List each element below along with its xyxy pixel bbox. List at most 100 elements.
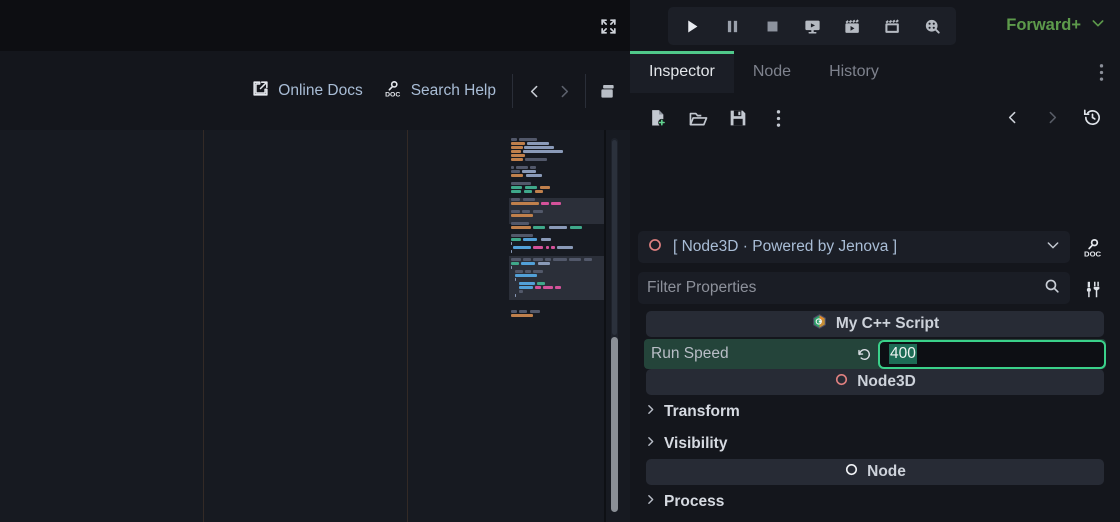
minimap-code-token <box>515 274 537 277</box>
minimap-code-token <box>525 158 547 161</box>
minimap-code-token <box>553 258 567 261</box>
minimap-code-token <box>519 310 527 313</box>
category-label: Node3D <box>857 373 916 390</box>
tab-label: History <box>829 63 879 80</box>
edited-object-label: [ Node3D · Powered by Jenova ] <box>673 238 898 255</box>
history-icon[interactable] <box>1072 98 1112 136</box>
inspector-dock: Forward+ Inspector Node History [Node3D… <box>630 0 1120 522</box>
minimap-code-token <box>533 246 543 249</box>
property-label: Run Speed <box>651 345 729 362</box>
windows-icon[interactable] <box>592 74 622 108</box>
chevron-down-icon <box>1090 15 1106 36</box>
filter-properties-input[interactable] <box>647 279 1043 297</box>
tab-inspector[interactable]: Inspector <box>630 51 734 93</box>
minimap-code-token <box>511 182 531 185</box>
minimap-code-token <box>525 186 537 189</box>
fullscreen-icon[interactable] <box>594 12 622 40</box>
toolbar-divider-1 <box>512 74 513 108</box>
category-my-cpp-script[interactable]: My C++ Script <box>646 311 1104 337</box>
history-back-button[interactable] <box>992 98 1032 136</box>
minimap-code-token <box>511 226 531 229</box>
remote-debug-button[interactable] <box>912 7 952 45</box>
minimap-code-token <box>519 282 535 285</box>
dock-menu-button[interactable] <box>1088 59 1114 85</box>
resource-menu-button[interactable] <box>758 99 798 137</box>
play-custom-scene-button[interactable] <box>832 7 872 45</box>
tab-label: Node <box>752 63 792 80</box>
group-label: Transform <box>664 403 740 420</box>
search-icon <box>1043 277 1061 300</box>
category-node3d[interactable]: Node3D <box>646 369 1104 395</box>
minimap-code-token <box>522 170 536 173</box>
minimap-code-token <box>511 138 517 141</box>
category-node[interactable]: Node <box>646 459 1104 485</box>
group-label: Visibility <box>664 435 728 452</box>
stop-button[interactable] <box>752 7 792 45</box>
category-label: Node <box>867 463 906 480</box>
minimap-code-token <box>540 186 550 189</box>
open-resource-button[interactable] <box>678 99 718 137</box>
tab-label: Inspector <box>649 63 715 80</box>
code-scrollbar-thumb[interactable] <box>611 337 618 512</box>
chevron-down-icon <box>1045 237 1061 258</box>
minimap-code-token <box>584 258 592 261</box>
play-current-scene-button[interactable] <box>792 7 832 45</box>
chevron-right-icon <box>644 435 657 453</box>
node3d-icon <box>834 372 849 392</box>
minimap-code-token <box>513 246 531 249</box>
search-help-label: Search Help <box>410 82 496 99</box>
group-visibility[interactable]: Visibility <box>630 429 1120 459</box>
minimap-code-token <box>523 238 537 241</box>
minimap-code-token <box>530 310 540 313</box>
tab-history[interactable]: History <box>810 51 898 93</box>
new-resource-button[interactable] <box>638 99 678 137</box>
renderer-selector[interactable]: Forward+ <box>1006 0 1106 51</box>
category-label: My C++ Script <box>835 315 940 332</box>
online-docs-button[interactable]: Online Docs <box>241 73 372 109</box>
minimap-code-token <box>516 166 528 169</box>
movie-window-button[interactable] <box>872 7 912 45</box>
minimap-code-token <box>511 174 523 177</box>
play-button-group <box>668 7 956 45</box>
minimap-code-token <box>537 282 545 285</box>
cpp-script-icon <box>811 313 828 335</box>
object-tools-icon[interactable] <box>1074 273 1112 305</box>
minimap-code-token <box>557 246 573 249</box>
minimap-code-token <box>511 266 512 269</box>
property-run-speed: Run Speed 400 <box>644 339 1106 369</box>
group-process[interactable]: Process <box>630 487 1120 517</box>
minimap-code-token <box>511 158 523 161</box>
minimap-code-token <box>511 250 512 253</box>
history-forward-button[interactable] <box>1032 98 1072 136</box>
filter-properties-field[interactable] <box>638 272 1070 304</box>
group-transform[interactable]: Transform <box>630 397 1120 427</box>
minimap-code-token <box>523 150 563 153</box>
minimap-code-token <box>569 258 581 261</box>
minimap-code-token <box>511 186 522 189</box>
play-toolbar: Forward+ <box>630 0 1120 51</box>
minimap-code-token <box>549 226 567 229</box>
code-minimap[interactable] <box>509 138 604 317</box>
tab-node[interactable]: Node <box>734 51 810 93</box>
search-help-button[interactable]: DOC Search Help <box>373 73 506 110</box>
revert-icon[interactable] <box>850 340 878 368</box>
open-docs-icon[interactable]: DOC <box>1074 232 1112 264</box>
panel-divider-left[interactable] <box>203 130 204 522</box>
script-back-button[interactable] <box>519 74 549 108</box>
minimap-code-token <box>511 262 519 265</box>
property-value-input[interactable]: 400 <box>878 339 1106 369</box>
panel-divider-right[interactable] <box>407 130 408 522</box>
minimap-code-token <box>511 314 533 317</box>
pause-button[interactable] <box>712 7 752 45</box>
search-docs-icon: DOC <box>383 79 403 104</box>
edited-object-selector[interactable]: [ Node3D · Powered by Jenova ] <box>638 231 1070 263</box>
svg-text:DOC: DOC <box>1084 250 1102 259</box>
script-forward-button[interactable] <box>549 74 579 108</box>
play-button[interactable] <box>672 7 712 45</box>
minimap-code-token <box>511 238 521 241</box>
save-resource-button[interactable] <box>718 99 758 137</box>
minimap-code-token <box>555 286 561 289</box>
minimap-code-token <box>511 190 521 193</box>
renderer-label: Forward+ <box>1006 16 1081 34</box>
minimap-code-token <box>515 270 523 273</box>
